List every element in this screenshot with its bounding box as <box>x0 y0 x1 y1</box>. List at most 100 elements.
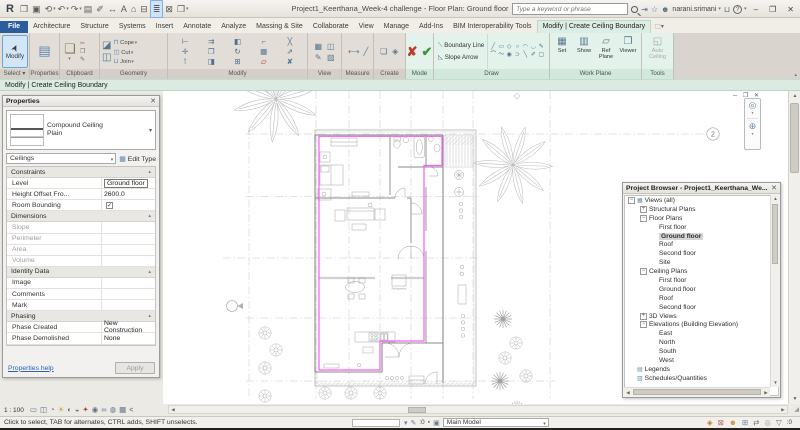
exclude-options-icon[interactable]: ⊠ <box>718 418 724 427</box>
auto-ceiling-button[interactable]: ◱ Auto Ceiling <box>643 34 672 69</box>
modify-tool-icon[interactable]: ⊞ <box>227 57 247 66</box>
open-icon[interactable]: ❒ <box>18 1 30 17</box>
view-control-icon[interactable]: ◍ <box>110 405 117 415</box>
thin-lines-icon[interactable]: ≣ <box>149 0 164 18</box>
category-filter-select[interactable]: Ceilings <box>6 153 117 165</box>
browser-vscroll-thumb[interactable] <box>772 204 778 264</box>
resize-grip[interactable]: ◢ <box>788 404 800 416</box>
section-dimensions[interactable]: Dimensions ▴ <box>7 211 155 223</box>
press-drag-icon[interactable]: ⇄ <box>753 418 759 427</box>
room-bounding-checkbox[interactable]: ✓ <box>106 201 113 209</box>
favorites-star-icon[interactable]: ☆ <box>651 5 658 14</box>
text-icon[interactable]: A <box>119 1 129 17</box>
design-options-icon[interactable]: ▣ <box>433 419 440 427</box>
ceiling-sketch-boundary[interactable] <box>318 135 443 371</box>
browser-scroll-up-icon[interactable]: ▲ <box>771 195 780 203</box>
workset-caret-icon[interactable]: ▾ <box>404 419 408 427</box>
modify-tool-icon[interactable]: ▦ <box>254 47 274 56</box>
draw-tool-icon[interactable]: ╱ <box>490 44 496 51</box>
canvas-vertical-scrollbar[interactable]: ▲ ▼ <box>788 91 800 404</box>
view-control-icon[interactable]: ▦ <box>119 405 126 415</box>
browser-vertical-scrollbar[interactable]: ▲ ▼ <box>770 195 779 387</box>
help-icon[interactable]: ? <box>733 4 743 14</box>
property-row-image[interactable]: Image <box>7 277 155 290</box>
tree-item-ceiling-ground-floor[interactable]: Ground floor <box>625 285 778 294</box>
scroll-up-icon[interactable]: ▲ <box>789 91 800 101</box>
set-work-plane-button[interactable]: ▦ Set <box>551 34 573 69</box>
tree-item-ground-floor[interactable]: Ground floor <box>625 232 778 241</box>
modify-tool-icon[interactable]: ✘ <box>280 57 300 66</box>
draw-tool-icon[interactable]: ⌒ <box>490 52 496 59</box>
default-3d-view-icon[interactable]: ⌂ <box>129 1 138 17</box>
tree-item-legends[interactable]: ▤ Legends <box>625 365 778 374</box>
tree-item-north[interactable]: North <box>625 338 778 347</box>
project-browser-header[interactable]: Project Browser - Project1_Keerthana_We.… <box>623 183 780 194</box>
steering-wheel-caret-icon[interactable]: ▾ <box>751 111 753 115</box>
modify-tool-icon[interactable]: ⇗ <box>280 47 300 56</box>
view-control-icon[interactable]: ◒ <box>75 405 80 415</box>
modify-button[interactable]: ➤ Modify <box>2 35 28 68</box>
tree-item-site[interactable]: Site <box>625 258 778 267</box>
type-selector[interactable]: Compound Ceiling Plain ▾ <box>6 110 156 150</box>
tab-insert[interactable]: Insert <box>151 21 179 33</box>
create-tool-icon[interactable]: ❏ <box>380 47 388 56</box>
edit-type-button[interactable]: ▦ Edit Type <box>119 155 156 163</box>
zoom-caret-icon[interactable]: ▾ <box>751 132 753 136</box>
modify-tool-icon[interactable]: ⊢ <box>175 37 195 46</box>
copy-icon[interactable]: ❐ <box>80 48 85 55</box>
modify-tool-icon[interactable]: ◨ <box>201 57 221 66</box>
tree-item-ceiling-roof[interactable]: Roof <box>625 294 778 303</box>
view-control-icon[interactable]: ∞ <box>101 405 106 415</box>
canvas-horizontal-scrollbar[interactable]: ◀ ▶ <box>168 405 788 414</box>
browser-hscroll-thumb[interactable] <box>633 389 761 395</box>
tree-item-structural-plans[interactable]: + Structural Plans <box>625 205 778 214</box>
tree-item-ceiling-first-floor[interactable]: First floor <box>625 276 778 285</box>
draw-tool-icon[interactable]: ◇ <box>506 44 512 51</box>
property-row-height-offset[interactable]: Height Offset Fro... 2600.0 <box>7 189 155 201</box>
cancel-sketch-button[interactable]: ✘ <box>407 44 418 60</box>
measure-icon[interactable]: ✐ <box>94 1 106 17</box>
panel-label-select[interactable]: Select ▾ <box>0 69 29 79</box>
draw-tool-icon[interactable]: ✎ <box>538 44 544 51</box>
signin-icon[interactable]: ⇥ <box>641 5 648 14</box>
view-control-icon[interactable]: ☀ <box>58 405 65 415</box>
cut-geometry-icon[interactable]: ◪ <box>102 40 111 51</box>
workset-status-icon[interactable]: ▪ <box>428 419 430 426</box>
tree-item-elevations[interactable]: − Elevations (Building Elevation) <box>625 320 778 329</box>
paint-icon[interactable]: ◫ <box>102 52 111 63</box>
tab-analyze[interactable]: Analyze <box>216 21 251 33</box>
section-constraints[interactable]: Constraints ▴ <box>7 167 155 179</box>
username[interactable]: narani.srimani <box>672 6 716 13</box>
minimize-button[interactable]: – <box>750 5 762 14</box>
property-row-level[interactable]: Level Ground floor <box>7 178 155 190</box>
tree-item-south[interactable]: South <box>625 347 778 356</box>
background-process-icon[interactable]: ◎ <box>764 418 771 427</box>
apply-button[interactable]: Apply <box>115 362 155 374</box>
search-icon[interactable] <box>631 5 639 13</box>
draw-tool-icon[interactable]: ▭ <box>498 44 504 51</box>
section-icon[interactable]: ⊟ <box>138 1 150 17</box>
section-identity-data[interactable]: Identity Data ▴ <box>7 266 155 278</box>
view-control-icon[interactable]: ◐ <box>67 405 72 415</box>
modify-tool-icon[interactable]: ✛ <box>175 47 195 56</box>
design-option-select[interactable]: Main Model <box>442 418 549 428</box>
elevation-marker[interactable] <box>226 300 244 312</box>
tab-modify-create-ceiling-boundary[interactable]: Modify | Create Ceiling Boundary <box>536 20 652 33</box>
viewer-button[interactable]: ❒ Viewer <box>617 34 639 69</box>
vertical-scroll-thumb[interactable] <box>790 103 799 173</box>
property-row-room-bounding[interactable]: Room Bounding ✓ <box>7 200 155 212</box>
draw-tool-icon[interactable]: ◉ <box>506 52 512 59</box>
close-hidden-windows-icon[interactable]: ⊠ <box>163 1 175 17</box>
boundary-line-option[interactable]: ⟍ Boundary Line <box>438 42 484 50</box>
tab-file[interactable]: File <box>0 21 29 33</box>
tree-item-3d-views[interactable]: +3D Views <box>625 312 778 321</box>
user-caret-icon[interactable]: ▾ <box>718 6 721 12</box>
tree-item-second-floor[interactable]: Second floor <box>625 249 778 258</box>
draw-tool-icon[interactable]: ✐ <box>530 52 536 59</box>
view-tool-icon[interactable]: ✎ <box>314 53 323 62</box>
properties-help-link[interactable]: Properties help <box>8 365 54 372</box>
view-tool-icon[interactable]: ◫ <box>327 42 336 51</box>
tab-manage[interactable]: Manage <box>379 21 414 33</box>
scale-button[interactable]: 1 : 100 <box>4 407 24 414</box>
draw-tool-icon[interactable]: ～ <box>498 52 504 59</box>
